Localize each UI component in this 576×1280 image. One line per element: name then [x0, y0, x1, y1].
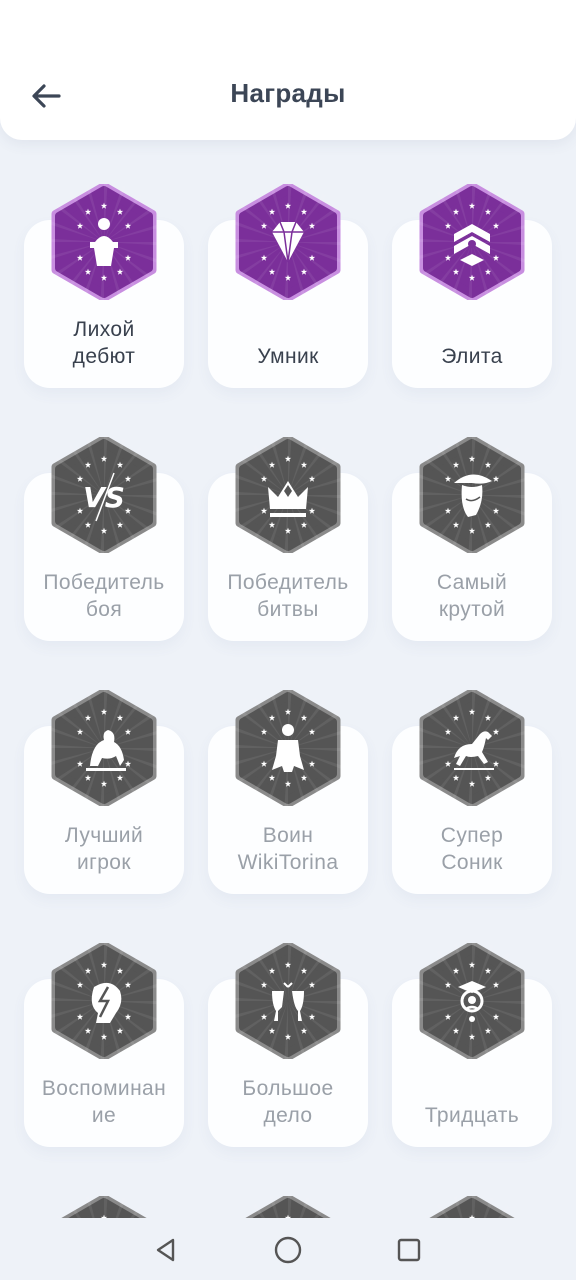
award-label-line1: Воспоминан: [41, 1077, 167, 1100]
award-label-line1: Победитель: [227, 571, 349, 594]
horse-icon: [418, 690, 526, 806]
award-label-line1: [392, 1075, 552, 1102]
award-label: Победитель боя: [24, 569, 184, 623]
triangle-back-icon: [156, 1238, 175, 1262]
award-label-line2: дебют: [72, 345, 136, 368]
award-label: Воспоминан ие: [24, 1075, 184, 1129]
nav-home-button[interactable]: [268, 1230, 308, 1270]
award-label-line1: Самый: [436, 571, 508, 594]
award-label-line2: боя: [85, 598, 123, 621]
award-label-line2: Умник: [257, 345, 319, 368]
app-header: Награды: [0, 0, 576, 140]
square-recents-icon: [397, 1238, 421, 1262]
award-card[interactable]: Воспоминан ие: [24, 943, 184, 1147]
award-label: Тридцать: [392, 1075, 552, 1129]
award-label-line2: игрок: [77, 851, 131, 874]
award-label-line2: битвы: [257, 598, 319, 621]
page-title: Награды: [230, 78, 346, 108]
award-card[interactable]: Умник: [208, 184, 368, 388]
graduate-icon: [418, 943, 526, 1059]
award-label: Лучший игрок: [24, 822, 184, 876]
award-card[interactable]: Тридцать: [392, 943, 552, 1147]
award-label: Победитель битвы: [208, 569, 368, 623]
svg-text:VS: VS: [83, 481, 125, 514]
hexagon-badge-icon: [240, 1196, 331, 1218]
award-label-line1: Лучший: [64, 824, 144, 847]
award-card[interactable]: Воин WikiTorina: [208, 690, 368, 894]
award-label-line1: Супер: [440, 824, 504, 847]
award-label-line1: [392, 316, 552, 343]
circle-home-icon: [274, 1236, 302, 1264]
elite-emblem-icon: [418, 184, 526, 300]
wine-glasses-icon: [234, 943, 342, 1059]
lightning-head-icon: [50, 943, 158, 1059]
award-label: Самый крутой: [392, 569, 552, 623]
vs-icon: VS: [50, 437, 158, 553]
speaker-podium-icon: [50, 184, 158, 300]
award-card[interactable]: Элита: [392, 184, 552, 388]
awards-grid: Лихой дебют Умник Элита VS Победитель боя Поб…: [0, 140, 576, 1218]
award-label: Большое дело: [208, 1075, 368, 1129]
hero-icon: [234, 690, 342, 806]
award-label-line2: Соник: [441, 851, 503, 874]
award-label-line2: дело: [263, 1104, 313, 1127]
award-label-line2: Тридцать: [424, 1104, 520, 1127]
award-label-line2: WikiTorina: [237, 851, 339, 874]
nav-back-button[interactable]: [146, 1230, 186, 1270]
award-card[interactable]: Самый крутой: [392, 437, 552, 641]
award-label: Лихой дебют: [24, 316, 184, 370]
award-label: Умник: [208, 316, 368, 370]
award-card[interactable]: VS Победитель боя: [24, 437, 184, 641]
award-card[interactable]: Супер Соник: [392, 690, 552, 894]
hexagon-badge-icon: [56, 1196, 147, 1218]
award-label: Элита: [392, 316, 552, 370]
award-label-line1: Лихой: [73, 318, 135, 341]
award-card[interactable]: Большое дело: [208, 943, 368, 1147]
award-card[interactable]: Лихой дебют: [24, 184, 184, 388]
award-label-line1: Победитель: [43, 571, 165, 594]
award-card[interactable]: Лучший игрок: [24, 690, 184, 894]
award-label-line2: ие: [91, 1104, 117, 1127]
award-label-line1: Воин: [262, 824, 314, 847]
award-label-line2: Элита: [441, 345, 503, 368]
award-card[interactable]: Победитель битвы: [208, 437, 368, 641]
award-label-line1: [208, 316, 368, 343]
diamond-icon: [234, 184, 342, 300]
award-label-line2: крутой: [438, 598, 506, 621]
crown-icon: [234, 437, 342, 553]
cowboy-icon: [418, 437, 526, 553]
award-label: Воин WikiTorina: [208, 822, 368, 876]
system-nav-bar: [0, 1218, 576, 1280]
nav-recents-button[interactable]: [389, 1230, 429, 1270]
award-label-line1: Большое: [242, 1077, 334, 1100]
hexagon-badge-icon: [424, 1196, 515, 1218]
lion-icon: [50, 690, 158, 806]
award-label: Супер Соник: [392, 822, 552, 876]
